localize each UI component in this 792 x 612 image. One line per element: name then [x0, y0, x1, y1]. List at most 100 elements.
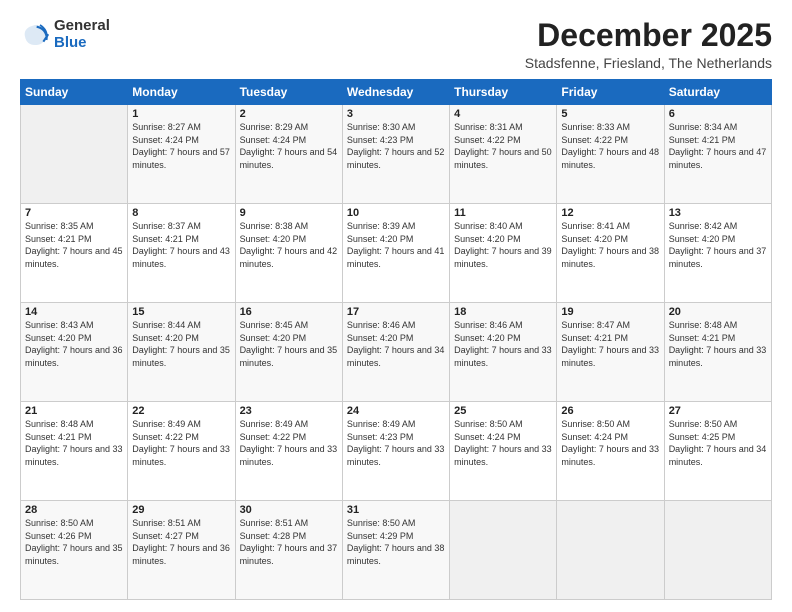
day-info: Sunrise: 8:30 AMSunset: 4:23 PMDaylight:… [347, 122, 445, 170]
day-number: 7 [25, 207, 123, 219]
header-monday: Monday [128, 80, 235, 105]
day-info: Sunrise: 8:51 AMSunset: 4:28 PMDaylight:… [240, 518, 338, 566]
table-row: 22Sunrise: 8:49 AMSunset: 4:22 PMDayligh… [128, 402, 235, 501]
day-number: 13 [669, 207, 767, 219]
table-row: 26 Sunrise: 8:50 AMSunset: 4:24 PMDayligh… [557, 402, 664, 501]
table-row: 20Sunrise: 8:48 AMSunset: 4:21 PMDayligh… [664, 303, 771, 402]
logo-text: General Blue [54, 18, 110, 51]
day-number: 23 [240, 405, 338, 417]
table-row: 1Sunrise: 8:27 AMSunset: 4:24 PMDaylight… [128, 105, 235, 204]
table-row: 4Sunrise: 8:31 AMSunset: 4:22 PMDaylight… [450, 105, 557, 204]
day-info: Sunrise: 8:39 AMSunset: 4:20 PMDaylight:… [347, 221, 445, 269]
calendar-table: Sunday Monday Tuesday Wednesday Thursday… [20, 79, 772, 600]
header-tuesday: Tuesday [235, 80, 342, 105]
table-row [21, 105, 128, 204]
day-info: Sunrise: 8:49 AMSunset: 4:23 PMDaylight:… [347, 419, 445, 467]
day-info: Sunrise: 8:27 AMSunset: 4:24 PMDaylight:… [132, 122, 230, 170]
week-row-3: 14 Sunrise: 8:43 AMSunset: 4:20 PMDayligh… [21, 303, 772, 402]
logo-blue-text: Blue [54, 35, 110, 52]
day-info: Sunrise: 8:49 AMSunset: 4:22 PMDaylight:… [240, 419, 338, 467]
day-info: Sunrise: 8:34 AMSunset: 4:21 PMDaylight:… [669, 122, 767, 170]
table-row: 17 Sunrise: 8:46 AMSunset: 4:20 PMDayligh… [342, 303, 449, 402]
month-title: December 2025 [525, 18, 772, 53]
day-info: Sunrise: 8:31 AMSunset: 4:22 PMDaylight:… [454, 122, 552, 170]
table-row: 10 Sunrise: 8:39 AMSunset: 4:20 PMDayligh… [342, 204, 449, 303]
header-saturday: Saturday [664, 80, 771, 105]
day-number: 14 [25, 306, 123, 318]
day-number: 8 [132, 207, 230, 219]
day-number: 27 [669, 405, 767, 417]
table-row: 23 Sunrise: 8:49 AMSunset: 4:22 PMDayligh… [235, 402, 342, 501]
table-row: 16Sunrise: 8:45 AMSunset: 4:20 PMDayligh… [235, 303, 342, 402]
day-info: Sunrise: 8:47 AMSunset: 4:21 PMDaylight:… [561, 320, 659, 368]
table-row [450, 501, 557, 600]
table-row: 11Sunrise: 8:40 AMSunset: 4:20 PMDayligh… [450, 204, 557, 303]
table-row: 7 Sunrise: 8:35 AMSunset: 4:21 PMDaylight… [21, 204, 128, 303]
day-number: 29 [132, 504, 230, 516]
day-info: Sunrise: 8:43 AMSunset: 4:20 PMDaylight:… [25, 320, 123, 368]
header-wednesday: Wednesday [342, 80, 449, 105]
table-row: 29Sunrise: 8:51 AMSunset: 4:27 PMDayligh… [128, 501, 235, 600]
day-number: 24 [347, 405, 445, 417]
table-row: 31 Sunrise: 8:50 AMSunset: 4:29 PMDayligh… [342, 501, 449, 600]
table-row [664, 501, 771, 600]
day-info: Sunrise: 8:29 AMSunset: 4:24 PMDaylight:… [240, 122, 338, 170]
week-row-4: 21Sunrise: 8:48 AMSunset: 4:21 PMDayligh… [21, 402, 772, 501]
table-row [557, 501, 664, 600]
table-row: 15 Sunrise: 8:44 AMSunset: 4:20 PMDayligh… [128, 303, 235, 402]
day-info: Sunrise: 8:46 AMSunset: 4:20 PMDaylight:… [454, 320, 552, 368]
day-info: Sunrise: 8:45 AMSunset: 4:20 PMDaylight:… [240, 320, 338, 368]
table-row: 5Sunrise: 8:33 AMSunset: 4:22 PMDaylight… [557, 105, 664, 204]
title-area: December 2025 Stadsfenne, Friesland, The… [525, 18, 772, 71]
day-number: 5 [561, 108, 659, 120]
week-row-1: 1Sunrise: 8:27 AMSunset: 4:24 PMDaylight… [21, 105, 772, 204]
table-row: 27 Sunrise: 8:50 AMSunset: 4:25 PMDayligh… [664, 402, 771, 501]
table-row: 18 Sunrise: 8:46 AMSunset: 4:20 PMDayligh… [450, 303, 557, 402]
day-info: Sunrise: 8:35 AMSunset: 4:21 PMDaylight:… [25, 221, 123, 269]
logo-general-text: General [54, 18, 110, 35]
day-number: 15 [132, 306, 230, 318]
day-info: Sunrise: 8:50 AMSunset: 4:25 PMDaylight:… [669, 419, 767, 467]
day-info: Sunrise: 8:50 AMSunset: 4:24 PMDaylight:… [561, 419, 659, 467]
days-header-row: Sunday Monday Tuesday Wednesday Thursday… [21, 80, 772, 105]
day-number: 28 [25, 504, 123, 516]
day-number: 12 [561, 207, 659, 219]
day-number: 31 [347, 504, 445, 516]
day-number: 9 [240, 207, 338, 219]
day-number: 26 [561, 405, 659, 417]
table-row: 8 Sunrise: 8:37 AMSunset: 4:21 PMDaylight… [128, 204, 235, 303]
day-info: Sunrise: 8:38 AMSunset: 4:20 PMDaylight:… [240, 221, 338, 269]
day-number: 3 [347, 108, 445, 120]
day-number: 17 [347, 306, 445, 318]
table-row: 30Sunrise: 8:51 AMSunset: 4:28 PMDayligh… [235, 501, 342, 600]
day-number: 19 [561, 306, 659, 318]
table-row: 13 Sunrise: 8:42 AMSunset: 4:20 PMDayligh… [664, 204, 771, 303]
header-friday: Friday [557, 80, 664, 105]
day-number: 25 [454, 405, 552, 417]
day-info: Sunrise: 8:50 AMSunset: 4:26 PMDaylight:… [25, 518, 123, 566]
day-number: 21 [25, 405, 123, 417]
day-info: Sunrise: 8:50 AMSunset: 4:24 PMDaylight:… [454, 419, 552, 467]
day-number: 2 [240, 108, 338, 120]
header-thursday: Thursday [450, 80, 557, 105]
table-row: 9 Sunrise: 8:38 AMSunset: 4:20 PMDaylight… [235, 204, 342, 303]
day-info: Sunrise: 8:50 AMSunset: 4:29 PMDaylight:… [347, 518, 445, 566]
calendar-page: General Blue December 2025 Stadsfenne, F… [0, 0, 792, 612]
day-info: Sunrise: 8:49 AMSunset: 4:22 PMDaylight:… [132, 419, 230, 467]
day-info: Sunrise: 8:41 AMSunset: 4:20 PMDaylight:… [561, 221, 659, 269]
day-info: Sunrise: 8:37 AMSunset: 4:21 PMDaylight:… [132, 221, 230, 269]
day-info: Sunrise: 8:48 AMSunset: 4:21 PMDaylight:… [669, 320, 767, 368]
table-row: 12 Sunrise: 8:41 AMSunset: 4:20 PMDayligh… [557, 204, 664, 303]
day-info: Sunrise: 8:46 AMSunset: 4:20 PMDaylight:… [347, 320, 445, 368]
logo: General Blue [20, 18, 110, 51]
day-number: 6 [669, 108, 767, 120]
day-number: 11 [454, 207, 552, 219]
day-info: Sunrise: 8:44 AMSunset: 4:20 PMDaylight:… [132, 320, 230, 368]
table-row: 3 Sunrise: 8:30 AMSunset: 4:23 PMDaylight… [342, 105, 449, 204]
table-row: 24 Sunrise: 8:49 AMSunset: 4:23 PMDayligh… [342, 402, 449, 501]
day-number: 10 [347, 207, 445, 219]
day-number: 18 [454, 306, 552, 318]
header-sunday: Sunday [21, 80, 128, 105]
day-info: Sunrise: 8:42 AMSunset: 4:20 PMDaylight:… [669, 221, 767, 269]
table-row: 25 Sunrise: 8:50 AMSunset: 4:24 PMDayligh… [450, 402, 557, 501]
